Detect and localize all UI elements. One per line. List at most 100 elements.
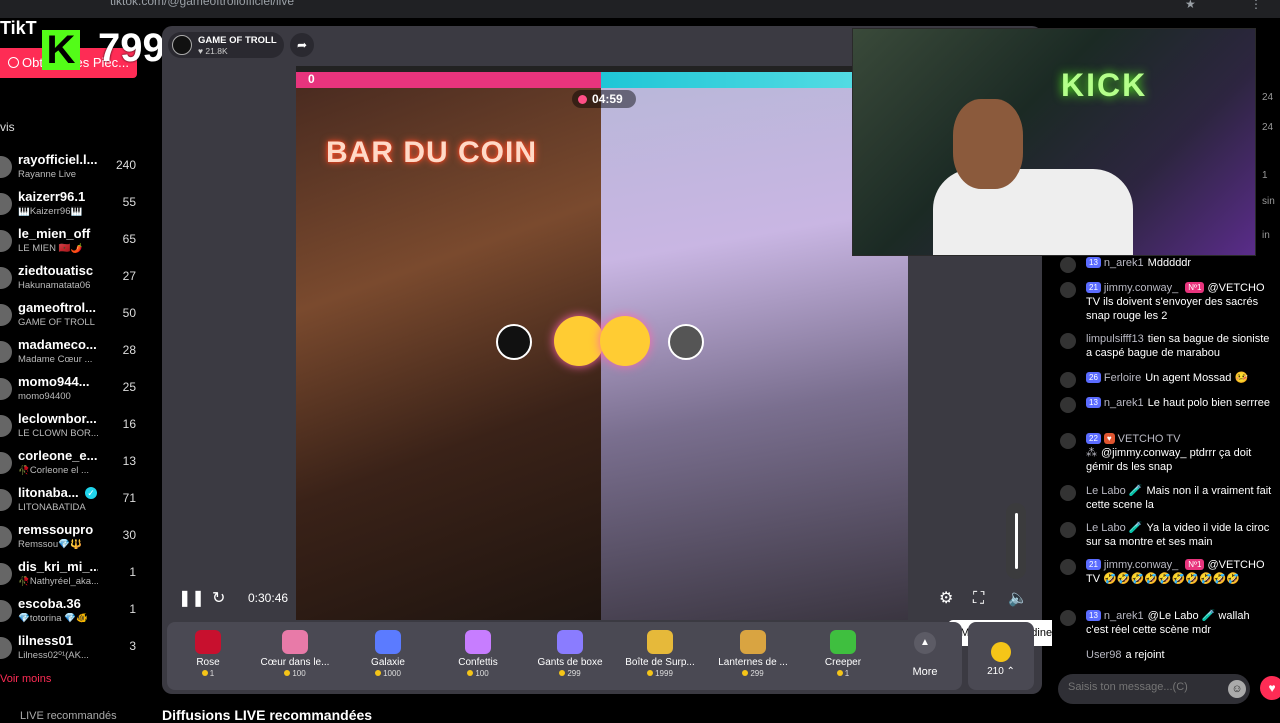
gift-item[interactable]: Rose 1 xyxy=(163,622,253,690)
chat-username[interactable]: n_arek1 xyxy=(1104,257,1144,269)
battle-timer: 04:59 xyxy=(572,90,636,108)
followed-creator-item[interactable]: le_mien_off LE MIEN 🇲🇦🌶️ 65 xyxy=(0,226,140,262)
viewer-count: 27 xyxy=(122,269,136,283)
gift-icon xyxy=(282,630,308,654)
coin-balance: 210 ⌃ xyxy=(987,666,1015,677)
coin-icon xyxy=(991,642,1011,662)
gift-item[interactable]: Creeper 1 xyxy=(798,622,888,690)
followed-creator-item[interactable]: ziedtouatisc Hakunamatata06 27 xyxy=(0,263,140,299)
followed-creator-item[interactable]: corleone_e... 🥀Corleone el ... 13 xyxy=(0,448,140,484)
streamer-webcam: KICK xyxy=(852,28,1256,256)
chat-avatar[interactable] xyxy=(1060,397,1076,413)
chat-avatar[interactable] xyxy=(1060,333,1076,349)
chat-username[interactable]: Le Labo 🧪 xyxy=(1086,522,1143,534)
refresh-icon[interactable]: ↻ xyxy=(212,589,225,609)
creator-subtitle: LITONABATIDA xyxy=(18,502,86,513)
tiktok-logo[interactable]: TikT xyxy=(0,18,37,39)
edge-clipped-text: 1 xyxy=(1262,170,1268,181)
emoji-icon[interactable]: ☺ xyxy=(1228,680,1246,698)
team-badge-right[interactable] xyxy=(668,324,704,360)
viewer-count: 16 xyxy=(122,417,136,431)
chat-username[interactable]: jimmy.conway_ xyxy=(1104,559,1178,571)
gift-item[interactable]: Lanternes de ... 299 xyxy=(708,622,798,690)
creator-avatar xyxy=(0,304,12,326)
followed-creator-item[interactable]: kaizerr96.1 🎹Kaizerr96🎹 55 xyxy=(0,189,140,225)
fullscreen-icon[interactable]: ⛶ xyxy=(973,589,984,609)
followed-creator-item[interactable]: madameco... Madame Cœur ... 28 xyxy=(0,337,140,373)
chat-username[interactable]: limpulsifff13 xyxy=(1086,333,1144,345)
chat-avatar[interactable] xyxy=(1060,485,1076,501)
volume-slider-track[interactable] xyxy=(1015,513,1018,569)
followed-creator-item[interactable]: rayofficiel.l... Rayanne Live 240 xyxy=(0,152,140,188)
see-less-link[interactable]: Voir moins xyxy=(0,673,51,685)
creator-name: madameco... xyxy=(18,337,97,352)
creator-subtitle: LE MIEN 🇲🇦🌶️ xyxy=(18,243,83,254)
battle-score-bar-left xyxy=(296,72,601,88)
streamer-face xyxy=(953,99,1023,189)
creator-name: kaizerr96.1 xyxy=(18,189,86,204)
creator-avatar xyxy=(0,600,12,622)
kick-neon-sign: KICK xyxy=(1061,67,1148,103)
host-avatar xyxy=(172,35,192,55)
chat-avatar[interactable] xyxy=(1060,257,1076,273)
creator-subtitle: Remssou💎🔱 xyxy=(18,539,82,550)
chat-input[interactable] xyxy=(1068,681,1218,693)
coin-balance-button[interactable]: 210 ⌃ xyxy=(968,622,1034,690)
creator-name: lilness01 xyxy=(18,633,73,648)
join-user[interactable]: User98 xyxy=(1086,649,1121,661)
creator-name: escoba.36 xyxy=(18,596,81,611)
host-chip[interactable]: GAME OF TROLL ♥ 21.8K xyxy=(168,32,284,58)
share-icon[interactable]: ➦ xyxy=(290,33,314,57)
browser-menu-icon[interactable]: ⋮ xyxy=(1250,0,1262,11)
gift-bar: Rose 1 Cœur dans le... 100 Galaxie 1000 Confet… xyxy=(167,622,962,690)
verified-icon: ✓ xyxy=(85,487,97,499)
chat-avatar[interactable] xyxy=(1060,282,1076,298)
creator-name: dis_kri_mi_... xyxy=(18,559,98,574)
chat-username[interactable]: Le Labo 🧪 xyxy=(1086,485,1143,497)
volume-icon[interactable]: 🔈 xyxy=(1008,589,1028,609)
settings-gear-icon[interactable]: ⚙ xyxy=(939,589,953,609)
followed-creator-item[interactable]: lilness01 Lilness02⁰¹(AK... 3 xyxy=(0,633,140,669)
more-gifts-button[interactable]: ▲ More xyxy=(907,628,943,678)
gift-name: Lanternes de ... xyxy=(718,657,788,668)
gift-price: 299 xyxy=(525,669,615,678)
chat-username[interactable]: jimmy.conway_ xyxy=(1104,282,1178,294)
gift-item[interactable]: Galaxie 1000 xyxy=(343,622,433,690)
edge-clipped-text: 24 xyxy=(1262,122,1274,133)
chat-avatar[interactable] xyxy=(1060,372,1076,388)
gift-item[interactable]: Boîte de Surp... 1999 xyxy=(615,622,705,690)
chat-avatar[interactable] xyxy=(1060,559,1076,575)
gift-price: 100 xyxy=(250,669,340,678)
followed-creator-item[interactable]: momo944... momo94400 25 xyxy=(0,374,140,410)
team-badge-left[interactable] xyxy=(496,324,532,360)
gift-icon xyxy=(465,630,491,654)
gift-icon xyxy=(647,630,673,654)
gift-item[interactable]: Gants de boxe 299 xyxy=(525,622,615,690)
followed-creator-item[interactable]: gameoftrol... GAME OF TROLL 50 xyxy=(0,300,140,336)
followed-creator-item[interactable]: litonaba... ✓ LITONABATIDA 71 xyxy=(0,485,140,521)
followed-creator-item[interactable]: dis_kri_mi_... 🥀Nathyréel_aka... 1 xyxy=(0,559,140,595)
gift-name: Gants de boxe xyxy=(537,657,603,668)
volume-slider[interactable] xyxy=(1006,503,1026,579)
chat-username[interactable]: n_arek1 xyxy=(1104,610,1144,622)
following-section-label: vis xyxy=(0,120,15,134)
chat-username[interactable]: n_arek1 xyxy=(1104,397,1144,409)
more-label: More xyxy=(912,666,938,678)
creator-avatar xyxy=(0,230,12,252)
followed-creator-item[interactable]: escoba.36 💎totorina 💎🐠 1 xyxy=(0,596,140,632)
address-bar[interactable]: tiktok.com/@gameoftrollofficiel/live xyxy=(110,0,294,8)
followed-creator-item[interactable]: leclownbor... LE CLOWN BOR... 16 xyxy=(0,411,140,447)
pause-icon[interactable]: ❚❚ xyxy=(178,589,205,609)
chat-avatar[interactable] xyxy=(1060,433,1076,449)
viewer-count: 240 xyxy=(115,158,136,172)
bookmark-star-icon[interactable]: ★ xyxy=(1185,0,1196,11)
gift-item[interactable]: Confettis 100 xyxy=(433,622,523,690)
chat-avatar[interactable] xyxy=(1060,522,1076,538)
chat-username[interactable]: Ferloire xyxy=(1104,372,1141,384)
like-heart-icon[interactable]: ♥ xyxy=(1260,676,1280,700)
chat-input-wrapper[interactable]: ☺ xyxy=(1058,674,1250,704)
chat-avatar[interactable] xyxy=(1060,610,1076,626)
gift-item[interactable]: Cœur dans le... 100 xyxy=(250,622,340,690)
chat-text: @jimmy.conway_ ptdrrr ça doit gémir ds l… xyxy=(1086,447,1252,473)
followed-creator-item[interactable]: remssoupro Remssou💎🔱 30 xyxy=(0,522,140,558)
